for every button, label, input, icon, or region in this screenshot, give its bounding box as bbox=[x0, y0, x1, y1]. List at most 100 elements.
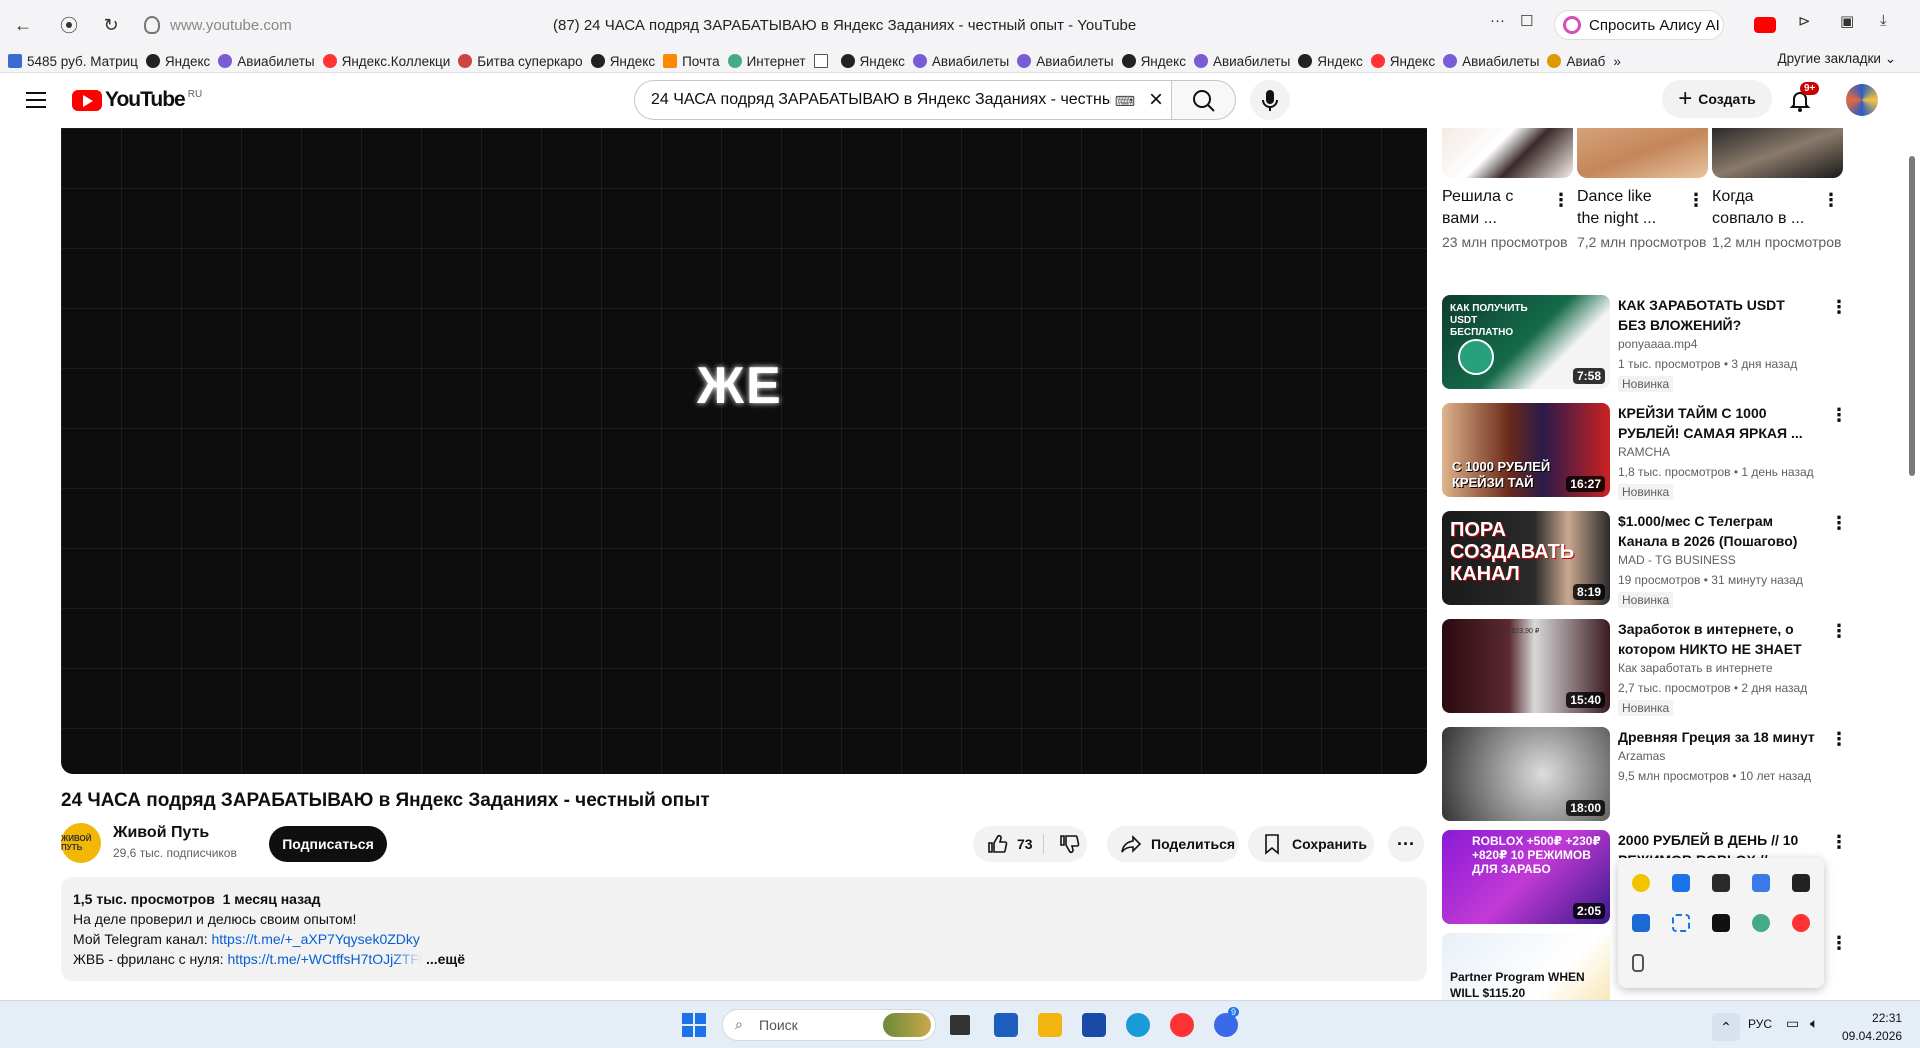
telegram-link[interactable]: https://t.me/+_aXP7Yqysek0ZDky bbox=[211, 931, 419, 947]
subscribe-button[interactable]: Подписаться bbox=[269, 826, 387, 862]
tray-app-icon[interactable] bbox=[1712, 914, 1730, 932]
channel-avatar[interactable]: ЖИВОЙ ПУТЬ bbox=[61, 823, 101, 863]
bookmark-item[interactable]: Яндекс bbox=[145, 54, 210, 69]
bookmark-item[interactable]: Авиабилеты bbox=[218, 54, 315, 69]
protect-icon[interactable]: ⦿ bbox=[56, 12, 82, 38]
menu-icon[interactable] bbox=[26, 92, 46, 108]
more-vert-icon[interactable]: ⋮ bbox=[1822, 190, 1840, 211]
bookmark-icon[interactable]: ☐ bbox=[1520, 12, 1533, 30]
back-icon[interactable]: ← bbox=[10, 12, 36, 38]
recommendation-item[interactable]: 2 272 623,90 ₽ 15:40 Заработок в интерне… bbox=[1442, 619, 1862, 716]
channel-name[interactable]: ponyaaaa.mp4 bbox=[1618, 337, 1697, 351]
tray-app-icon[interactable] bbox=[1712, 874, 1730, 892]
bookmark-item[interactable]: Авиабилеты bbox=[912, 54, 1009, 69]
reload-icon[interactable]: ↻ bbox=[98, 12, 124, 38]
messenger-icon[interactable]: 9 bbox=[1214, 1007, 1240, 1037]
freelance-link[interactable]: https://t.me/+WCtffsH7tOJjZTFl bbox=[227, 949, 422, 969]
video-title[interactable]: Древняя Греция за 18 минут bbox=[1618, 727, 1816, 747]
short-title[interactable]: Dance like the night ... bbox=[1577, 186, 1677, 230]
video-thumbnail[interactable]: КАК ПОЛУЧИТЬ USDT БЕСПЛАТНО 7:58 bbox=[1442, 295, 1610, 389]
more-vert-icon[interactable]: ⋮ bbox=[1830, 933, 1848, 954]
recommendation-item[interactable]: ПОРА СОЗДАВАТЬ КАНАЛ 8:19 $1.000/мес С Т… bbox=[1442, 511, 1862, 608]
page-scrollbar[interactable] bbox=[1904, 74, 1920, 1000]
more-vert-icon[interactable]: ⋮ bbox=[1830, 621, 1848, 642]
youtube-logo[interactable]: YouTube RU bbox=[72, 88, 202, 112]
edge-icon[interactable] bbox=[1126, 1013, 1150, 1037]
task-view-icon[interactable] bbox=[950, 1015, 970, 1035]
media-icon[interactable]: ⊳ bbox=[1798, 12, 1811, 30]
short-thumbnail[interactable] bbox=[1712, 128, 1843, 178]
chevron-up-icon[interactable]: ⌃ bbox=[1712, 1013, 1740, 1041]
yandex-browser-icon[interactable] bbox=[1170, 1013, 1194, 1037]
address-url[interactable]: www.youtube.com bbox=[170, 17, 292, 34]
video-title[interactable]: КРЕЙЗИ ТАЙМ С 1000 РУБЛЕЙ! САМАЯ ЯРКАЯ .… bbox=[1618, 403, 1816, 443]
download-icon[interactable]: ⤓ bbox=[1880, 12, 1887, 29]
bookmark-item[interactable]: Яндекс bbox=[1370, 54, 1435, 69]
channel-name[interactable]: Как заработать в интернете bbox=[1618, 661, 1773, 675]
short-card[interactable]: Решила с вами ... 23 млн просмотров ⋮ bbox=[1442, 128, 1573, 252]
more-vert-icon[interactable]: ⋮ bbox=[1830, 405, 1848, 426]
short-title[interactable]: Решила с вами ... bbox=[1442, 186, 1542, 230]
video-thumbnail[interactable]: С 1000 РУБЛЕЙ КРЕЙЗИ ТАЙ 16:27 bbox=[1442, 403, 1610, 497]
more-vert-icon[interactable]: ⋮ bbox=[1830, 729, 1848, 750]
like-button[interactable]: 73 bbox=[985, 832, 1033, 856]
tray-app-icon[interactable] bbox=[1752, 914, 1770, 932]
telegram-icon[interactable] bbox=[1792, 874, 1810, 892]
voice-search-button[interactable] bbox=[1250, 80, 1290, 120]
file-explorer-icon[interactable] bbox=[1038, 1013, 1062, 1037]
share-button[interactable]: Поделиться bbox=[1107, 826, 1239, 862]
bookmark-item[interactable]: Интернет bbox=[727, 54, 806, 69]
network-icon[interactable]: ▭ bbox=[1786, 1015, 1799, 1032]
clear-search-icon[interactable]: × bbox=[1149, 86, 1163, 114]
taskbar-clock[interactable]: 22:31 09.04.2026 bbox=[1842, 1009, 1902, 1045]
more-vert-icon[interactable]: ⋮ bbox=[1687, 190, 1705, 211]
bookmark-item[interactable]: Авиаб bbox=[1547, 54, 1605, 69]
address-bar[interactable]: www.youtube.com (87) 24 ЧАСА подряд ЗАРА… bbox=[138, 10, 1538, 40]
windows-start-icon[interactable] bbox=[682, 1013, 706, 1037]
show-more-link[interactable]: ...ещё bbox=[426, 951, 465, 967]
more-vert-icon[interactable]: ⋮ bbox=[1552, 190, 1570, 211]
scrollbar-thumb[interactable] bbox=[1909, 156, 1915, 476]
bookmark-item[interactable]: Яндекс bbox=[840, 54, 905, 69]
more-dots-icon[interactable]: ··· bbox=[1490, 12, 1505, 29]
video-thumbnail[interactable]: 18:00 bbox=[1442, 727, 1610, 821]
language-indicator[interactable]: РУС bbox=[1748, 1017, 1772, 1031]
channel-name[interactable]: Arzamas bbox=[1618, 749, 1665, 763]
keyboard-icon[interactable]: ⌨ bbox=[1115, 93, 1135, 110]
dislike-button[interactable] bbox=[1057, 832, 1081, 859]
video-thumbnail[interactable]: ROBLOX +500₽ +230₽ +820₽ 10 РЕЖИМОВ ДЛЯ … bbox=[1442, 830, 1610, 924]
volume-icon[interactable]: 🔈︎ bbox=[1810, 1015, 1818, 1032]
short-thumbnail[interactable] bbox=[1442, 128, 1573, 178]
collections-icon[interactable]: ▣ bbox=[1840, 12, 1854, 30]
channel-name[interactable]: MAD - TG BUSINESS bbox=[1618, 553, 1736, 567]
snip-icon[interactable] bbox=[1672, 914, 1690, 932]
description-box[interactable]: 1,5 тыс. просмотров 1 месяц назад На дел… bbox=[61, 877, 1427, 981]
short-card[interactable]: Dance like the night ... 7,2 млн просмот… bbox=[1577, 128, 1708, 252]
more-vert-icon[interactable]: ⋮ bbox=[1830, 513, 1848, 534]
user-avatar[interactable] bbox=[1846, 84, 1878, 116]
channel-name[interactable]: Живой Путь bbox=[113, 824, 209, 842]
usb-icon[interactable] bbox=[1632, 954, 1644, 972]
more-vert-icon[interactable]: ⋮ bbox=[1830, 297, 1848, 318]
recommendation-item[interactable]: КАК ПОЛУЧИТЬ USDT БЕСПЛАТНО 7:58 КАК ЗАР… bbox=[1442, 295, 1862, 392]
video-player[interactable]: ЖЕ bbox=[61, 128, 1427, 774]
bookmark-item[interactable]: Яндекс bbox=[1121, 54, 1186, 69]
bookmark-item[interactable]: Битва суперкаро bbox=[458, 54, 583, 69]
bookmark-item[interactable]: Яндекс.Коллекци bbox=[322, 54, 450, 69]
video-thumbnail[interactable]: Partner Program WHEN WILL $115.20 bbox=[1442, 933, 1610, 1000]
short-title[interactable]: Когда совпало в ... bbox=[1712, 186, 1812, 230]
youtube-ext-icon[interactable] bbox=[1754, 17, 1776, 33]
recommendation-item[interactable]: С 1000 РУБЛЕЙ КРЕЙЗИ ТАЙ 16:27 КРЕЙЗИ ТА… bbox=[1442, 403, 1862, 500]
channel-name[interactable]: RAMCHA bbox=[1618, 445, 1670, 459]
tray-app-icon[interactable] bbox=[1672, 874, 1690, 892]
video-thumbnail[interactable]: 2 272 623,90 ₽ 15:40 bbox=[1442, 619, 1610, 713]
bookmark-item[interactable]: Яндекс bbox=[1298, 54, 1363, 69]
short-thumbnail[interactable] bbox=[1577, 128, 1708, 178]
tray-app-icon[interactable] bbox=[1632, 874, 1650, 892]
save-button[interactable]: Сохранить bbox=[1248, 826, 1374, 862]
tray-app-icon[interactable] bbox=[1752, 874, 1770, 892]
video-title[interactable]: Заработок в интернете, о котором НИКТО Н… bbox=[1618, 619, 1816, 659]
bookmark-item[interactable]: Почта bbox=[663, 54, 720, 69]
video-title[interactable]: КАК ЗАРАБОТАТЬ USDT БЕЗ ВЛОЖЕНИЙ? bbox=[1618, 295, 1816, 335]
bookmark-item[interactable] bbox=[813, 54, 833, 68]
